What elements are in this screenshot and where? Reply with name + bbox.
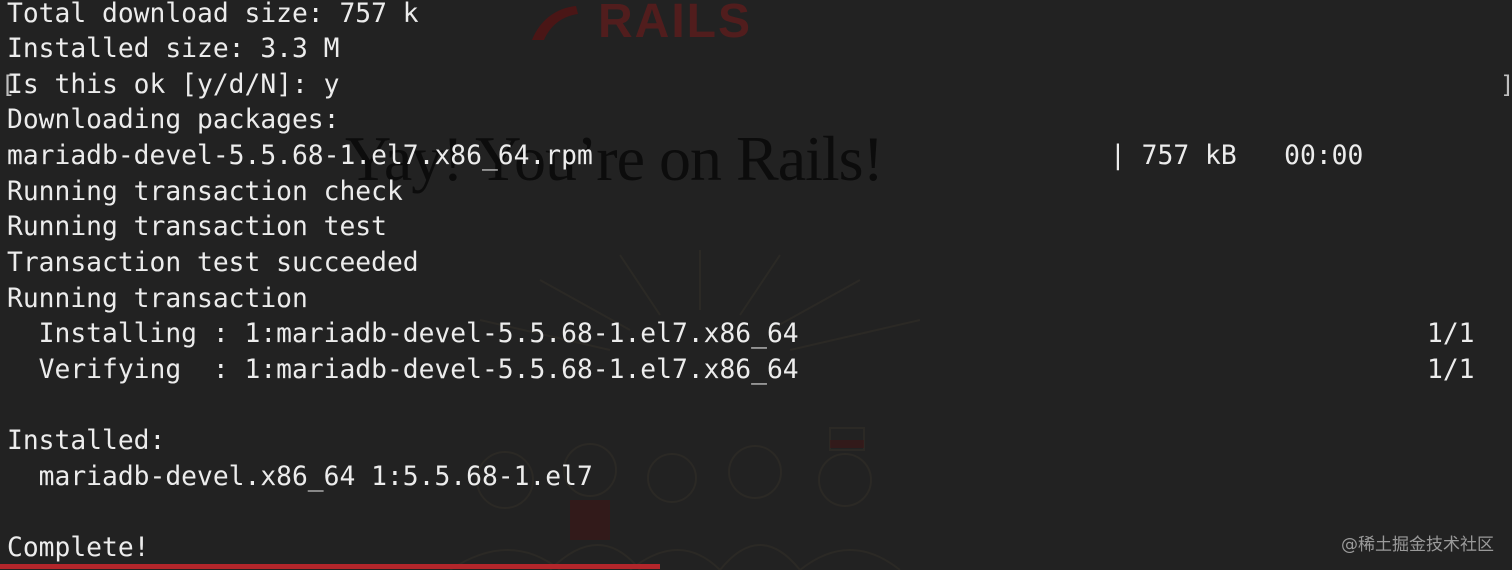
installing-count: 1/1 (1427, 319, 1475, 349)
terminal-line-package-file: mariadb-devel-5.5.68-1.el7.x86_64.rpm (7, 141, 593, 171)
terminal-line-verifying: Verifying : 1:mariadb-devel-5.5.68-1.el7… (7, 355, 799, 385)
watermark-text: @稀土掘金技术社区 (1341, 535, 1494, 555)
selection-bracket-left-icon: [ (1, 71, 16, 99)
terminal-line-installed-size: Installed size: 3.3 M (7, 34, 340, 64)
terminal-line-confirm-prompt: Is this ok [y/d/N]: y (7, 70, 340, 100)
terminal-line-transaction-check: Running transaction check (7, 177, 403, 207)
terminal-line-transaction-test: Running transaction test (7, 212, 387, 242)
terminal-line-complete: Complete! (7, 533, 150, 563)
terminal-line-installed-header: Installed: (7, 426, 166, 456)
terminal-line-downloading: Downloading packages: (7, 105, 340, 135)
terminal-line-installed-package: mariadb-devel.x86_64 1:5.5.68-1.el7 (7, 462, 593, 492)
terminal-line-download-size: Total download size: 757 k (7, 0, 419, 29)
red-accent-bar (0, 564, 660, 569)
terminal-line-test-succeeded: Transaction test succeeded (7, 248, 419, 278)
selection-bracket-right-icon: ] (1500, 67, 1512, 103)
download-progress-status: | 757 kB 00:00 (1110, 141, 1364, 171)
verifying-count: 1/1 (1427, 355, 1475, 385)
terminal-line-running-transaction: Running transaction (7, 284, 308, 314)
terminal-window[interactable]: Total download size: 757 k Installed siz… (0, 0, 1512, 569)
terminal-line-installing: Installing : 1:mariadb-devel-5.5.68-1.el… (7, 319, 799, 349)
